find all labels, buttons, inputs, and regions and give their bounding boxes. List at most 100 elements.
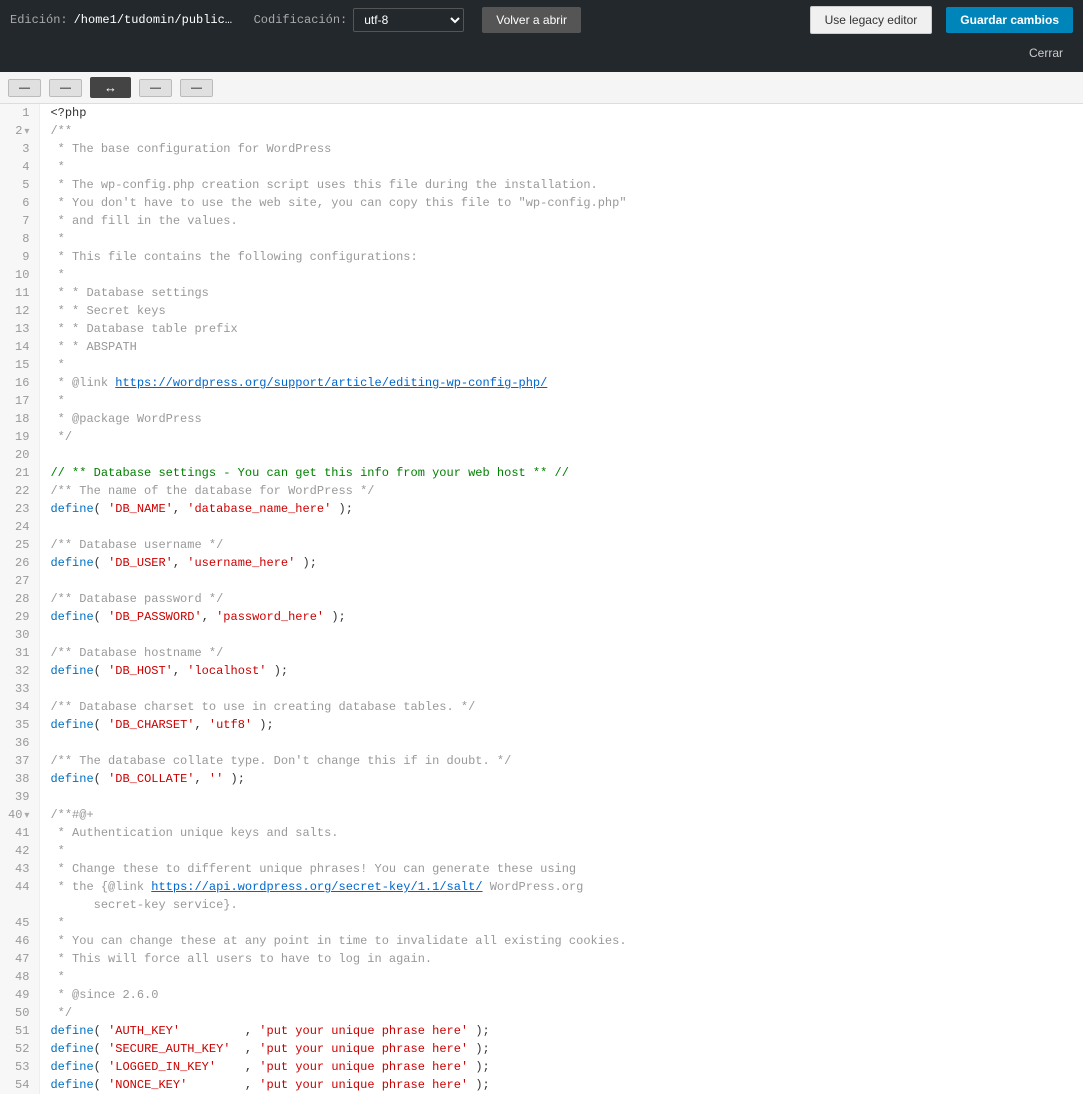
line-number: 49 [8,986,29,1004]
reopen-button[interactable]: Volver a abrir [482,7,581,33]
table-row: */ [50,1004,1083,1022]
table-row: define( 'NONCE_KEY' , 'put your unique p… [50,1076,1083,1094]
toggle-fullwidth-button[interactable]: ↔ [90,77,131,98]
line-number: 42 [8,842,29,860]
table-row: secret-key service}. [50,896,1083,914]
line-number: 40▾ [8,806,29,824]
save-button[interactable]: Guardar cambios [946,7,1073,33]
code-content[interactable]: <?php/** * The base configuration for Wo… [40,104,1083,1094]
line-number: 53 [8,1058,29,1076]
line-number: 21 [8,464,29,482]
table-row: * @package WordPress [50,410,1083,428]
table-row: * * ABSPATH [50,338,1083,356]
table-row: * @since 2.6.0 [50,986,1083,1004]
table-row: * The wp-config.php creation script uses… [50,176,1083,194]
table-row: define( 'DB_NAME', 'database_name_here' … [50,500,1083,518]
table-row [50,680,1083,698]
line-number: 31 [8,644,29,662]
table-row: * You don't have to use the web site, yo… [50,194,1083,212]
line-number: 12 [8,302,29,320]
line-number: 36 [8,734,29,752]
toolbar: Edición: /home1/tudomin/public_h Codific… [0,0,1083,40]
line-number: 51 [8,1022,29,1040]
line-number: 4 [8,158,29,176]
table-row: * * Database table prefix [50,320,1083,338]
line-number: 11 [8,284,29,302]
line-number: 10 [8,266,29,284]
line-number: 1 [8,104,29,122]
table-row [50,734,1083,752]
line-number: 17 [8,392,29,410]
close-button[interactable]: Cerrar [1019,40,1073,66]
line-numbers: 12▾3456789101112131415161718192021222324… [0,104,40,1094]
table-row: * [50,158,1083,176]
line-number: 22 [8,482,29,500]
line-number: 7 [8,212,29,230]
table-row: * * Secret keys [50,302,1083,320]
line-number [8,896,29,914]
topbar-btn-3[interactable]: — [139,79,172,97]
line-number: 6 [8,194,29,212]
line-number: 19 [8,428,29,446]
second-row: Cerrar [0,40,1083,72]
table-row: define( 'DB_USER', 'username_here' ); [50,554,1083,572]
table-row [50,518,1083,536]
line-number: 50 [8,1004,29,1022]
table-row: define( 'SECURE_AUTH_KEY' , 'put your un… [50,1040,1083,1058]
line-number: 39 [8,788,29,806]
table-row: /** Database username */ [50,536,1083,554]
line-number: 45 [8,914,29,932]
table-row [50,446,1083,464]
editor-topbar: — — ↔ — — [0,72,1083,104]
table-row: /** [50,122,1083,140]
table-row: define( 'DB_CHARSET', 'utf8' ); [50,716,1083,734]
line-number: 46 [8,932,29,950]
table-row: /** Database charset to use in creating … [50,698,1083,716]
table-row: // ** Database settings - You can get th… [50,464,1083,482]
line-number: 37 [8,752,29,770]
table-row: * This file contains the following confi… [50,248,1083,266]
line-number: 15 [8,356,29,374]
line-number: 9 [8,248,29,266]
codification-section: Codificación: utf-8 utf-16 iso-8859-1 wi… [244,0,475,40]
table-row: * The base configuration for WordPress [50,140,1083,158]
line-number: 24 [8,518,29,536]
line-number: 27 [8,572,29,590]
line-number: 23 [8,500,29,518]
line-number: 54 [8,1076,29,1094]
table-row: * * Database settings [50,284,1083,302]
line-number: 30 [8,626,29,644]
line-number: 3 [8,140,29,158]
table-row: * This will force all users to have to l… [50,950,1083,968]
line-number: 5 [8,176,29,194]
line-number: 18 [8,410,29,428]
codification-label: Codificación: [254,13,348,27]
table-row: * [50,842,1083,860]
line-number: 14 [8,338,29,356]
edition-path: /home1/tudomin/public_h [74,13,234,27]
line-number: 48 [8,968,29,986]
line-number: 25 [8,536,29,554]
table-row: * [50,914,1083,932]
table-row: * [50,266,1083,284]
line-number: 33 [8,680,29,698]
table-row: * You can change these at any point in t… [50,932,1083,950]
line-number: 13 [8,320,29,338]
table-row: * [50,356,1083,374]
line-number: 26 [8,554,29,572]
line-number: 41 [8,824,29,842]
table-row: * @link https://wordpress.org/support/ar… [50,374,1083,392]
table-row: /** The name of the database for WordPre… [50,482,1083,500]
table-row [50,626,1083,644]
codification-select[interactable]: utf-8 utf-16 iso-8859-1 windows-1252 [353,8,464,32]
topbar-btn-1[interactable]: — [8,79,41,97]
line-number: 20 [8,446,29,464]
line-number: 32 [8,662,29,680]
table-row: /** Database hostname */ [50,644,1083,662]
topbar-btn-2[interactable]: — [49,79,82,97]
legacy-editor-button[interactable]: Use legacy editor [810,6,933,34]
topbar-btn-4[interactable]: — [180,79,213,97]
table-row: define( 'LOGGED_IN_KEY' , 'put your uniq… [50,1058,1083,1076]
table-row: /**#@+ [50,806,1083,824]
table-row: define( 'DB_PASSWORD', 'password_here' )… [50,608,1083,626]
